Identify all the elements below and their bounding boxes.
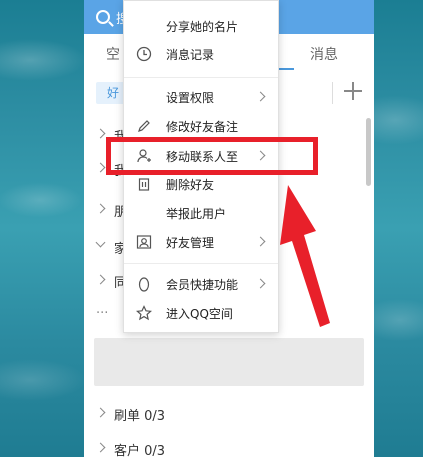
menu-item-report-user[interactable]: 举报此用户 [124,200,278,228]
menu-item-message-history[interactable]: 消息记录 [124,41,278,69]
menu-item-delete-friend[interactable]: 删除好友 [124,171,278,199]
menu-item-label: 进入QQ空间 [166,307,233,321]
blurred-contact-row[interactable] [94,338,364,386]
tab-space[interactable]: 空 [106,44,120,64]
group-row[interactable]: 刷单 0/3 [84,399,374,429]
pencil-icon [138,120,150,132]
penguin-icon [138,277,150,292]
menu-item-share-card[interactable]: 分享她的名片 [124,13,278,41]
chevron-down-icon [95,237,106,248]
group-row[interactable]: 客户 0/3 [84,434,374,457]
tab-messages[interactable]: 消息 [310,44,338,64]
chevron-right-icon [95,203,106,214]
star-icon [136,305,152,321]
chevron-right-icon [95,274,106,285]
menu-item-vip-shortcuts[interactable]: 会员快捷功能 [124,271,278,299]
menu-item-friend-management[interactable]: 好友管理 [124,229,278,257]
group-label: 客户 0/3 [114,444,166,457]
chevron-right-icon [95,162,106,173]
menu-item-label: 分享她的名片 [166,20,239,34]
collapsed-indicator: ... [96,302,109,317]
submenu-arrow-icon [255,236,266,247]
chevron-right-icon [95,442,106,453]
contact-card-icon [136,235,152,249]
clock-icon [136,46,152,62]
menu-item-label: 举报此用户 [166,207,227,221]
search-icon [96,10,110,24]
trash-icon [138,178,150,191]
menu-item-label: 修改好友备注 [166,120,239,134]
annotation-highlight-box [106,137,318,175]
menu-item-label: 删除好友 [166,178,215,192]
toolbar-divider [332,82,333,104]
submenu-arrow-icon [255,91,266,102]
menu-item-label: 消息记录 [166,48,215,62]
menu-item-label: 设置权限 [166,91,215,105]
menu-item-qzone[interactable]: 进入QQ空间 [124,300,278,328]
chevron-right-icon [95,407,106,418]
menu-item-label: 好友管理 [166,236,215,250]
chevron-right-icon [95,128,106,139]
menu-item-label: 会员快捷功能 [166,278,239,292]
menu-separator [124,77,278,78]
menu-separator [124,263,278,264]
submenu-arrow-icon [255,278,266,289]
annotation-arrow-icon [280,185,330,327]
add-icon[interactable] [342,80,364,102]
menu-item-permissions[interactable]: 设置权限 [124,84,278,112]
group-label: 刷单 0/3 [114,409,166,424]
